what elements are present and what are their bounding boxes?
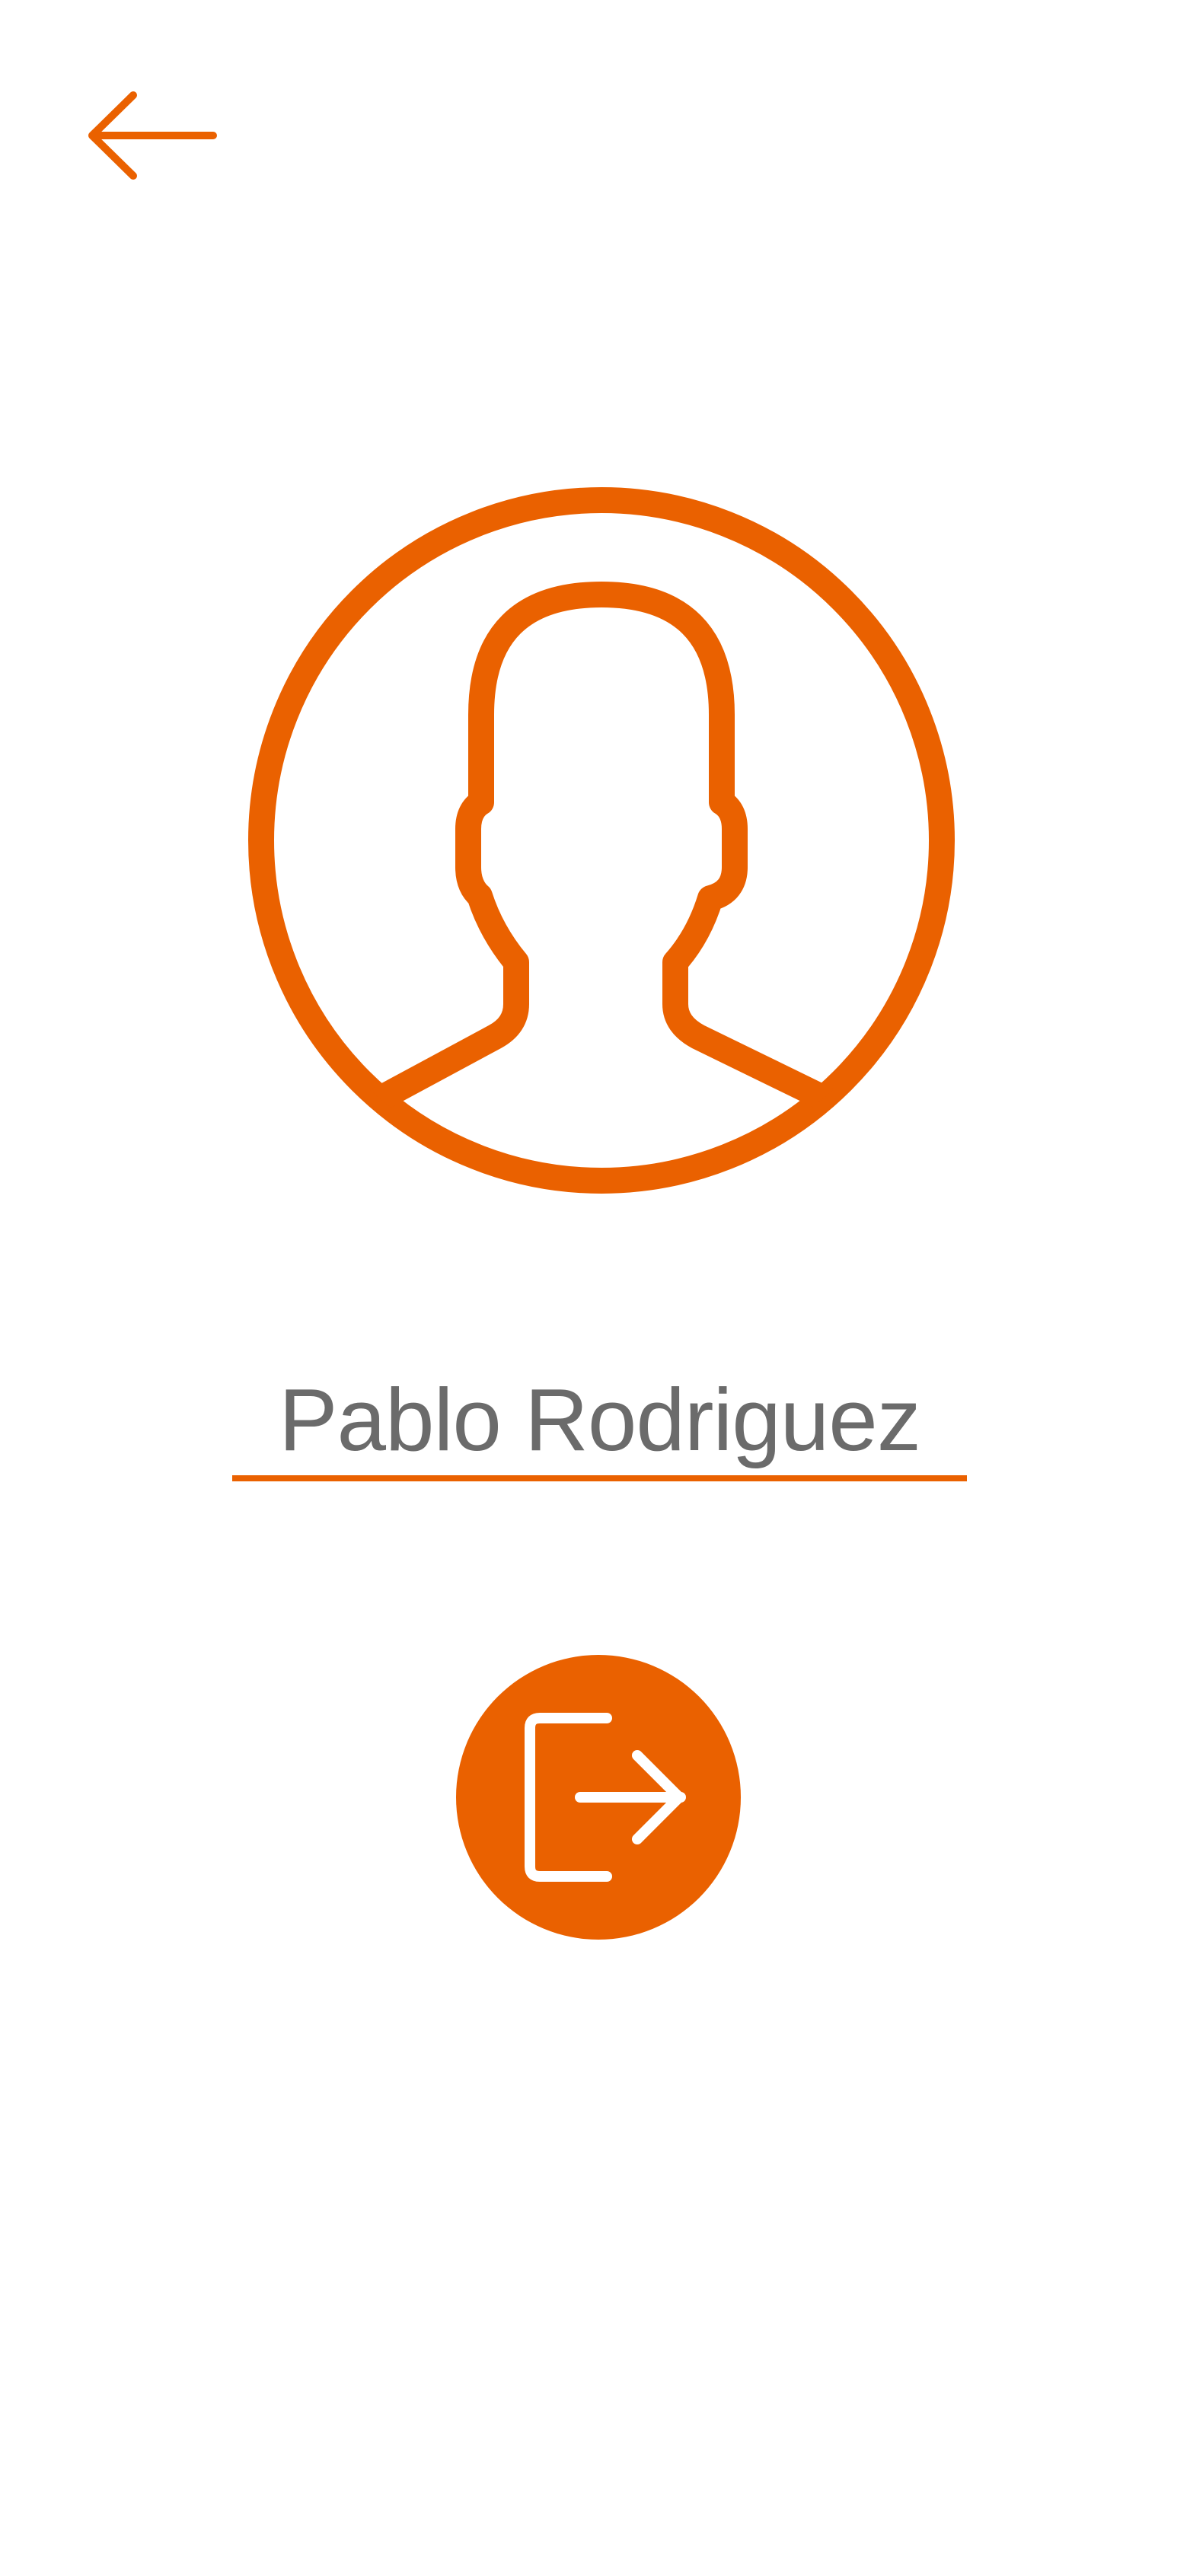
- avatar: [244, 483, 959, 1198]
- arrow-left-icon: [88, 91, 217, 180]
- name-underline: [232, 1475, 967, 1481]
- logout-button[interactable]: [456, 1655, 741, 1940]
- logout-icon: [525, 1713, 686, 1882]
- user-name-field[interactable]: Pablo Rodriguez: [232, 1366, 967, 1488]
- profile-page: Pablo Rodriguez: [0, 0, 1190, 2576]
- user-name: Pablo Rodriguez: [279, 1370, 921, 1469]
- user-silhouette-icon: [248, 487, 955, 1194]
- back-button[interactable]: [80, 84, 225, 190]
